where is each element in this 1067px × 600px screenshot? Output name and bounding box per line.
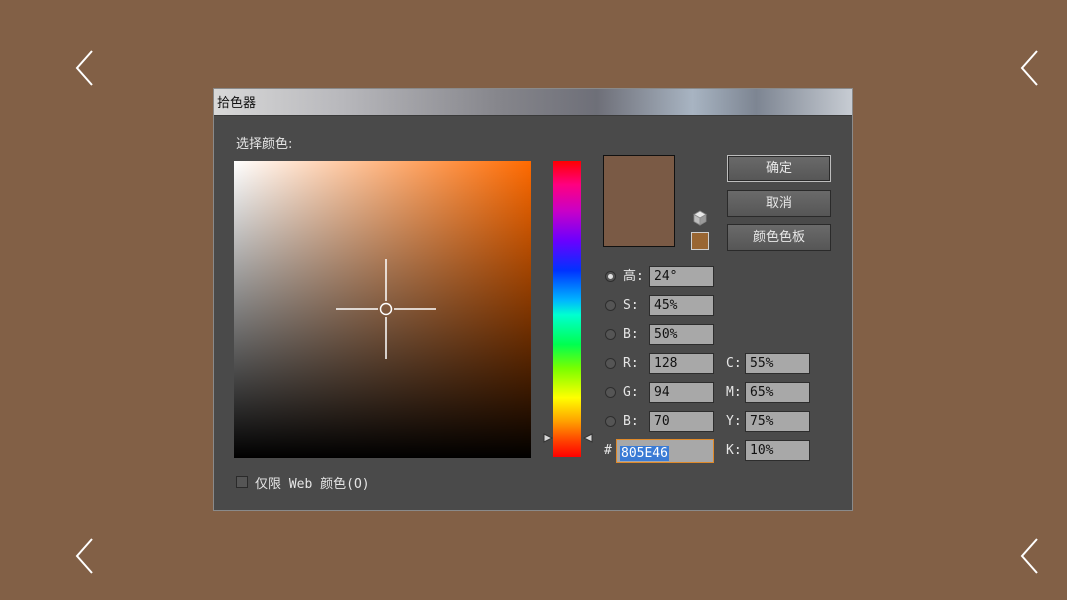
magenta-label: M: (726, 385, 742, 400)
ok-button[interactable]: 确定 (727, 155, 831, 182)
chevron-left-icon (1020, 50, 1038, 86)
chevron-left-icon (1020, 538, 1038, 574)
hue-slider-left-marker-icon[interactable] (543, 433, 553, 443)
saturation-label: S: (623, 298, 639, 313)
web-colors-only-checkbox[interactable] (236, 476, 248, 488)
nav-arrow-top-right[interactable] (1017, 48, 1047, 88)
color-preview-swatch (603, 155, 675, 247)
radio-hue[interactable] (605, 271, 616, 282)
nav-arrow-bottom-right[interactable] (1017, 536, 1047, 576)
radio-blue[interactable] (605, 416, 616, 427)
black-label: K: (726, 443, 742, 458)
hex-label: # (604, 443, 612, 458)
hue-slider-right-marker-icon[interactable] (583, 433, 593, 443)
crosshair-cursor-icon (336, 259, 436, 359)
nav-arrow-top-left[interactable] (72, 48, 102, 88)
magenta-input[interactable]: 65% (745, 382, 810, 403)
dialog-title: 拾色器 (217, 96, 257, 111)
chevron-left-icon (75, 538, 93, 574)
yellow-label: Y: (726, 414, 742, 429)
out-of-web-gamut-cube-icon[interactable] (692, 210, 708, 226)
hex-input[interactable]: 805E46 (616, 439, 714, 463)
cyan-input[interactable]: 55% (745, 353, 810, 374)
hue-input[interactable]: 24° (649, 266, 714, 287)
web-safe-color-swatch[interactable] (691, 232, 709, 250)
dialog-titlebar[interactable]: 拾色器 (214, 89, 852, 116)
blue-label: B: (623, 414, 639, 429)
hue-slider[interactable] (553, 161, 581, 457)
red-input[interactable]: 128 (649, 353, 714, 374)
red-label: R: (623, 356, 639, 371)
radio-saturation[interactable] (605, 300, 616, 311)
brightness-label: B: (623, 327, 639, 342)
blue-input[interactable]: 70 (649, 411, 714, 432)
radio-red[interactable] (605, 358, 616, 369)
green-input[interactable]: 94 (649, 382, 714, 403)
saturation-input[interactable]: 45% (649, 295, 714, 316)
black-input[interactable]: 10% (745, 440, 810, 461)
radio-brightness[interactable] (605, 329, 616, 340)
cancel-button[interactable]: 取消 (727, 190, 831, 217)
chevron-left-icon (75, 50, 93, 86)
radio-green[interactable] (605, 387, 616, 398)
saturation-brightness-field[interactable] (234, 161, 531, 458)
hex-value-selected: 805E46 (620, 446, 669, 461)
hue-label: 高: (623, 269, 644, 284)
select-color-label: 选择颜色: (236, 137, 293, 152)
yellow-input[interactable]: 75% (745, 411, 810, 432)
color-swatches-button[interactable]: 颜色色板 (727, 224, 831, 251)
green-label: G: (623, 385, 639, 400)
color-picker-dialog: 拾色器 选择颜色: 确定 取消 颜色色板 高: 24° S: 45% B: 50… (213, 88, 853, 511)
brightness-input[interactable]: 50% (649, 324, 714, 345)
nav-arrow-bottom-left[interactable] (72, 536, 102, 576)
web-colors-only-label[interactable]: 仅限 Web 颜色(O) (255, 473, 370, 492)
cyan-label: C: (726, 356, 742, 371)
